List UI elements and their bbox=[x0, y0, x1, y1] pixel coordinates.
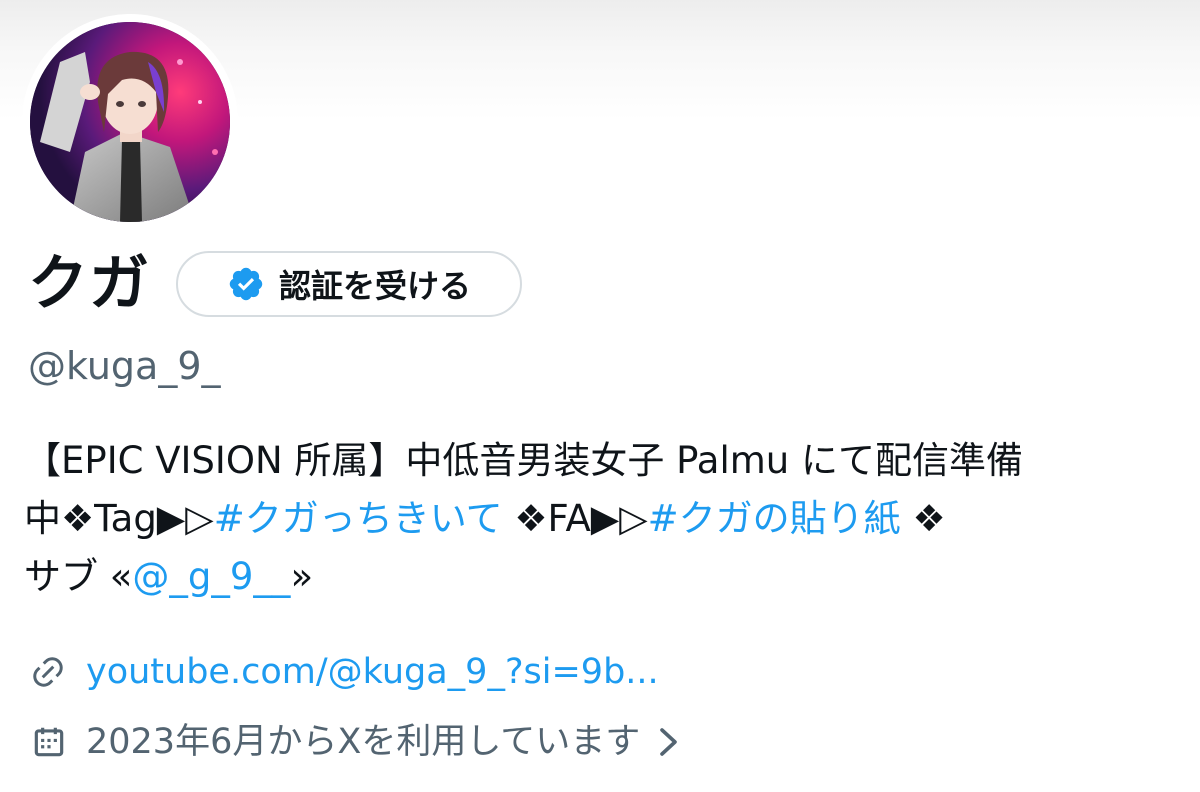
link-icon bbox=[33, 657, 63, 687]
profile-handle: @kuga_9_ bbox=[28, 344, 221, 388]
joined-date: 2023年6月からXを利用しています bbox=[86, 722, 641, 762]
bio-text: ❖FA▶▷ bbox=[502, 497, 648, 540]
get-verified-label: 認証を受ける bbox=[278, 267, 471, 305]
chevron-right-icon bbox=[660, 728, 678, 756]
hashtag-link[interactable]: #クガっちきいて bbox=[214, 497, 503, 540]
profile-bio: 【EPIC VISION 所属】中低音男装女子 Palmu にて配信準備 中❖T… bbox=[24, 432, 1184, 606]
avatar[interactable] bbox=[30, 22, 230, 222]
bio-text: サブ « bbox=[24, 555, 133, 598]
hashtag-link[interactable]: #クガの貼り紙 bbox=[648, 497, 901, 540]
name-row: クガ 認証を受ける bbox=[28, 248, 522, 320]
bio-line-3: サブ «@_g_9__» bbox=[24, 548, 1184, 606]
bio-text: » bbox=[290, 555, 314, 598]
calendar-icon bbox=[34, 727, 64, 757]
bio-text: 中❖Tag▶▷ bbox=[24, 497, 214, 540]
bio-text: ❖ bbox=[900, 497, 946, 540]
get-verified-button[interactable]: 認証を受ける bbox=[176, 251, 522, 317]
mention-link[interactable]: @_g_9__ bbox=[132, 555, 290, 598]
joined-row[interactable]: 2023年6月からXを利用しています bbox=[30, 718, 682, 766]
website-link[interactable]: youtube.com/@kuga_9_?si=9b... bbox=[86, 648, 659, 696]
display-name: クガ bbox=[28, 249, 150, 319]
website-row: youtube.com/@kuga_9_?si=9b... bbox=[30, 648, 659, 696]
bio-line-2: 中❖Tag▶▷#クガっちきいて ❖FA▶▷#クガの貼り紙 ❖ bbox=[24, 490, 1184, 548]
bio-line-1: 【EPIC VISION 所属】中低音男装女子 Palmu にて配信準備 bbox=[24, 439, 1023, 482]
verified-badge-icon bbox=[229, 267, 263, 301]
